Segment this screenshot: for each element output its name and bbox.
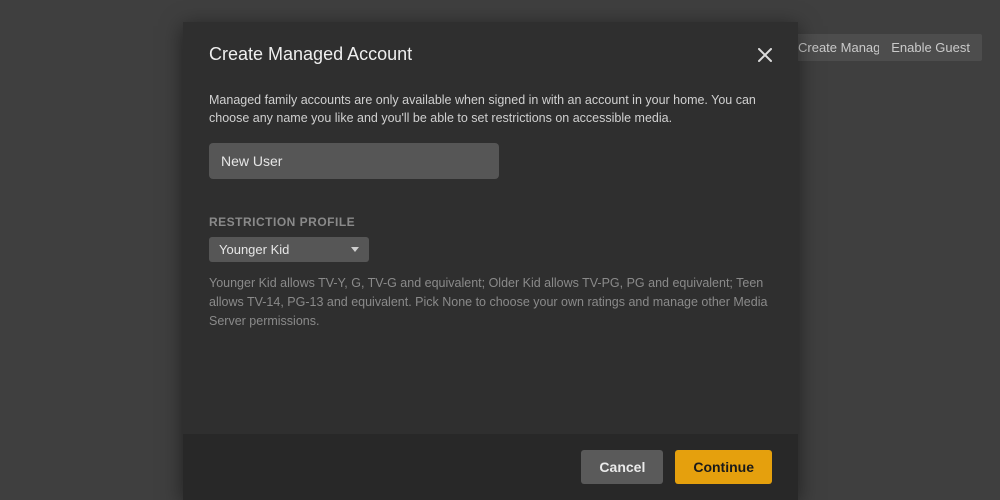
restriction-profile-selected: Younger Kid [219, 242, 289, 257]
create-managed-account-modal: Create Managed Account Managed family ac… [183, 22, 798, 500]
restriction-profile-select[interactable]: Younger Kid [209, 237, 369, 262]
modal-header: Create Managed Account [183, 22, 798, 81]
account-name-input[interactable] [209, 143, 499, 179]
modal-title: Create Managed Account [209, 44, 412, 65]
modal-intro-text: Managed family accounts are only availab… [209, 91, 772, 127]
cancel-button[interactable]: Cancel [581, 450, 663, 484]
enable-guest-bg-button[interactable]: Enable Guest [879, 34, 982, 61]
chevron-down-icon [351, 247, 359, 252]
restriction-profile-label: RESTRICTION PROFILE [209, 215, 772, 229]
restriction-help-text: Younger Kid allows TV-Y, G, TV-G and equ… [209, 274, 772, 330]
modal-footer: Cancel Continue [183, 434, 798, 500]
continue-button[interactable]: Continue [675, 450, 772, 484]
close-icon[interactable] [758, 48, 772, 62]
modal-body: Managed family accounts are only availab… [183, 81, 798, 434]
